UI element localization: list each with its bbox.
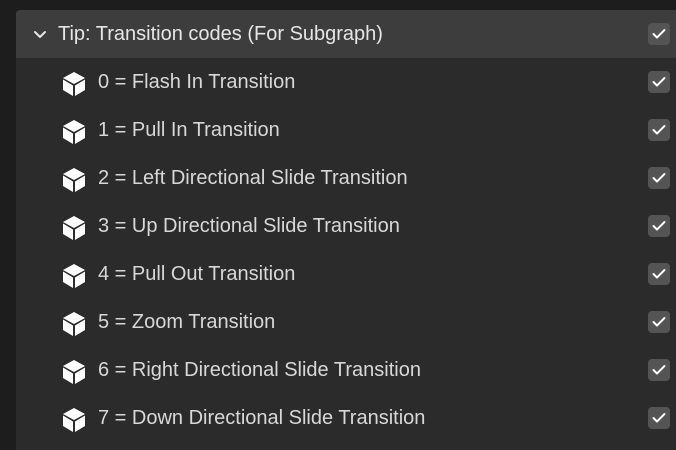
item-label: 5 = Zoom Transition (98, 311, 276, 333)
checkmark-icon (652, 221, 666, 231)
collection-panel: Tip: Transition codes (For Subgraph) 0 =… (16, 10, 676, 450)
item-visibility-checkbox[interactable] (648, 215, 670, 237)
checkmark-icon (652, 125, 666, 135)
outliner-window: Tip: Transition codes (For Subgraph) 0 =… (0, 0, 676, 450)
checkmark-icon (652, 173, 666, 183)
item-label: 1 = Pull In Transition (98, 119, 280, 141)
outliner-item[interactable]: 2 = Left Directional Slide Transition (16, 154, 676, 202)
outliner-item[interactable]: 1 = Pull In Transition (16, 106, 676, 154)
item-visibility-checkbox[interactable] (648, 119, 670, 141)
chevron-down-icon[interactable] (32, 26, 48, 42)
object-cube-icon (63, 408, 85, 432)
object-cube-icon (63, 72, 85, 96)
checkmark-icon (652, 77, 666, 87)
outliner-item[interactable]: 5 = Zoom Transition (16, 298, 676, 346)
outliner-item[interactable]: 0 = Flash In Transition (16, 58, 676, 106)
checkmark-icon (652, 317, 666, 327)
item-label: 0 = Flash In Transition (98, 71, 296, 93)
outliner-item[interactable]: 4 = Pull Out Transition (16, 250, 676, 298)
collection-visibility-checkbox[interactable] (648, 23, 670, 45)
object-cube-icon (63, 264, 85, 288)
item-label: 2 = Left Directional Slide Transition (98, 167, 408, 189)
item-label: 4 = Pull Out Transition (98, 263, 296, 285)
checkmark-icon (652, 29, 666, 39)
checkmark-icon (652, 413, 666, 423)
item-visibility-checkbox[interactable] (648, 167, 670, 189)
collection-header[interactable]: Tip: Transition codes (For Subgraph) (16, 10, 676, 58)
item-visibility-checkbox[interactable] (648, 407, 670, 429)
outliner-item[interactable]: 6 = Right Directional Slide Transition (16, 346, 676, 394)
item-label: 6 = Right Directional Slide Transition (98, 359, 421, 381)
outliner-item[interactable]: 7 = Down Directional Slide Transition (16, 394, 676, 442)
checkmark-icon (652, 365, 666, 375)
collection-title: Tip: Transition codes (For Subgraph) (58, 23, 383, 45)
checkmark-icon (652, 269, 666, 279)
object-cube-icon (63, 312, 85, 336)
item-label: 3 = Up Directional Slide Transition (98, 215, 400, 237)
item-visibility-checkbox[interactable] (648, 311, 670, 333)
object-cube-icon (63, 360, 85, 384)
item-visibility-checkbox[interactable] (648, 263, 670, 285)
item-visibility-checkbox[interactable] (648, 71, 670, 93)
object-cube-icon (63, 168, 85, 192)
item-label: 7 = Down Directional Slide Transition (98, 407, 426, 429)
object-cube-icon (63, 216, 85, 240)
outliner-item[interactable]: 3 = Up Directional Slide Transition (16, 202, 676, 250)
item-visibility-checkbox[interactable] (648, 359, 670, 381)
object-cube-icon (63, 120, 85, 144)
